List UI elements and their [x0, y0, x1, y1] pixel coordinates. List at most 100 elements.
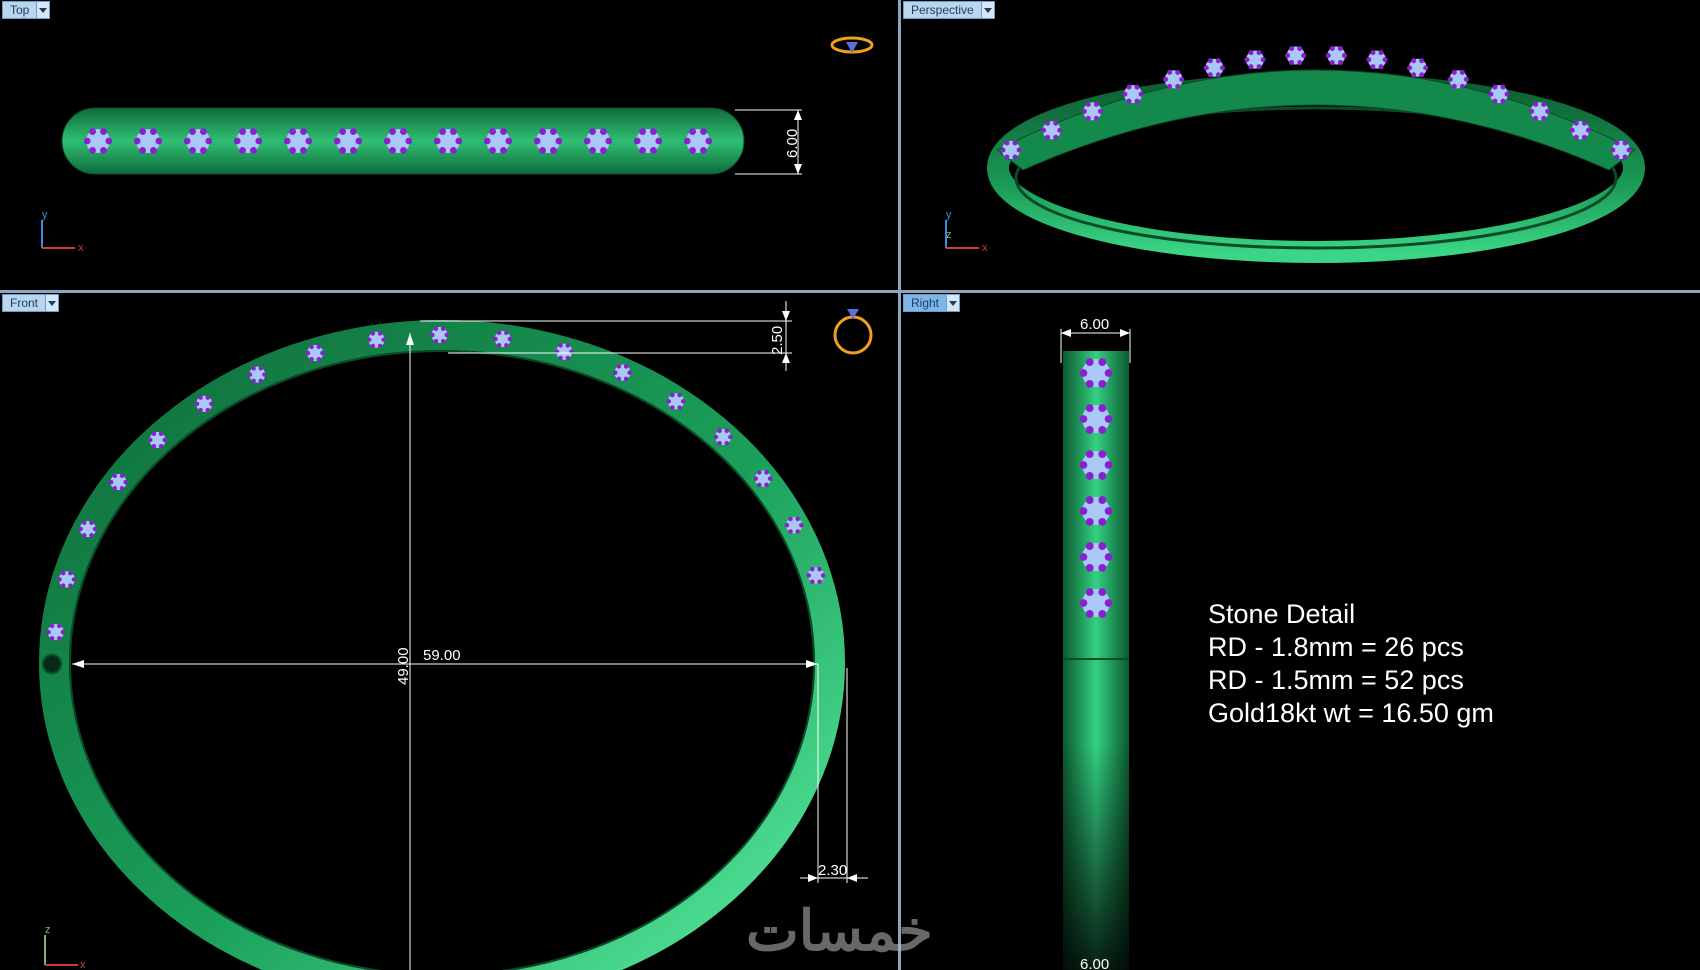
prong [148, 437, 153, 443]
viewport-perspective[interactable]: Perspective y z x [901, 0, 1700, 290]
prong [1285, 53, 1291, 59]
prong [1504, 91, 1510, 97]
prong [1407, 65, 1413, 71]
prong [339, 128, 346, 136]
prong [1378, 50, 1384, 56]
prong [788, 516, 793, 522]
prong [1337, 45, 1343, 52]
prong [89, 532, 94, 538]
prong [1248, 50, 1254, 56]
prong [383, 137, 391, 145]
prong [83, 137, 91, 145]
axis-z-label: z [45, 924, 51, 936]
viewport-top[interactable]: Top 6.00 y x [0, 0, 898, 290]
viewport-label: Front [10, 296, 39, 310]
prong [239, 128, 246, 136]
prong [209, 401, 214, 407]
prong [1533, 115, 1539, 121]
prong [1098, 588, 1107, 597]
prong [381, 337, 386, 342]
prong [433, 339, 439, 344]
prong [198, 407, 203, 413]
prong [370, 343, 376, 349]
prong [795, 516, 800, 522]
prong [320, 350, 325, 356]
viewport-tab-perspective[interactable]: Perspective [903, 1, 995, 19]
prong [247, 372, 253, 377]
prong [1098, 471, 1107, 480]
prong [439, 128, 446, 136]
prong [119, 473, 125, 479]
prong [489, 146, 496, 154]
prong [558, 343, 563, 348]
axis-y-label: y [946, 209, 952, 221]
axis-x-label: x [982, 242, 988, 254]
prong [339, 146, 346, 154]
prong [1057, 127, 1063, 133]
prong [305, 350, 311, 356]
prong [300, 146, 307, 154]
prong [1079, 507, 1088, 515]
ring-icon[interactable] [830, 36, 874, 54]
prong [57, 577, 62, 582]
prong [1097, 108, 1103, 114]
chevron-down-icon[interactable] [946, 295, 960, 311]
prong [677, 405, 682, 410]
viewport-tab-top[interactable]: Top [2, 1, 51, 19]
prong [505, 137, 513, 145]
prong [616, 364, 622, 369]
prong [440, 326, 446, 332]
prong [1163, 76, 1169, 82]
prong [92, 526, 98, 532]
chevron-down-icon[interactable] [45, 295, 59, 311]
prong [162, 437, 167, 443]
prong [60, 583, 66, 588]
prong [316, 344, 322, 350]
prong [1488, 91, 1494, 97]
prong [1053, 134, 1059, 140]
prong [377, 343, 383, 349]
prong [1085, 609, 1094, 618]
prong [1329, 45, 1335, 52]
prong [1256, 50, 1262, 56]
watermark-logo: خمسات [746, 899, 933, 962]
viewport-splitter-horizontal[interactable] [0, 290, 1700, 293]
prong [112, 486, 118, 491]
prong [151, 431, 157, 436]
prong [71, 577, 77, 582]
prong [724, 428, 730, 433]
stone-detail-line: RD - 1.5mm = 52 pcs [1208, 665, 1464, 695]
chevron-down-icon[interactable] [36, 2, 50, 18]
prong [1085, 471, 1094, 480]
prong [539, 128, 546, 136]
prong [316, 357, 322, 362]
front-view-canvas: 59.00 49.00 2.50 2.30 z x [39, 301, 873, 970]
prong [205, 395, 211, 400]
prong [1451, 83, 1457, 89]
prong [655, 137, 663, 145]
chevron-down-icon[interactable] [980, 2, 994, 18]
prong [680, 399, 686, 404]
prong [1626, 147, 1632, 153]
prong [1581, 120, 1587, 126]
ring-icon-front[interactable] [833, 309, 873, 355]
axis-z-label: z [946, 229, 952, 241]
prong [1289, 45, 1295, 52]
viewport-front[interactable]: Front 59.00 49.00 2.50 2.30 z x [0, 293, 898, 970]
prong [504, 343, 509, 348]
prong [639, 128, 646, 136]
prong [46, 629, 51, 635]
prong [1104, 461, 1113, 469]
prong [677, 392, 682, 398]
dimension-top: 6.00 [1080, 316, 1109, 333]
prong [158, 443, 164, 449]
prong [1341, 53, 1347, 59]
prong [500, 128, 507, 136]
viewport-tab-right[interactable]: Right [903, 294, 961, 312]
prong [1541, 115, 1547, 121]
viewport-tab-front[interactable]: Front [2, 294, 60, 312]
dimension-width: 59.00 [423, 647, 461, 664]
viewport-splitter-vertical[interactable] [898, 0, 901, 970]
prong [60, 570, 66, 576]
prong [239, 146, 246, 154]
